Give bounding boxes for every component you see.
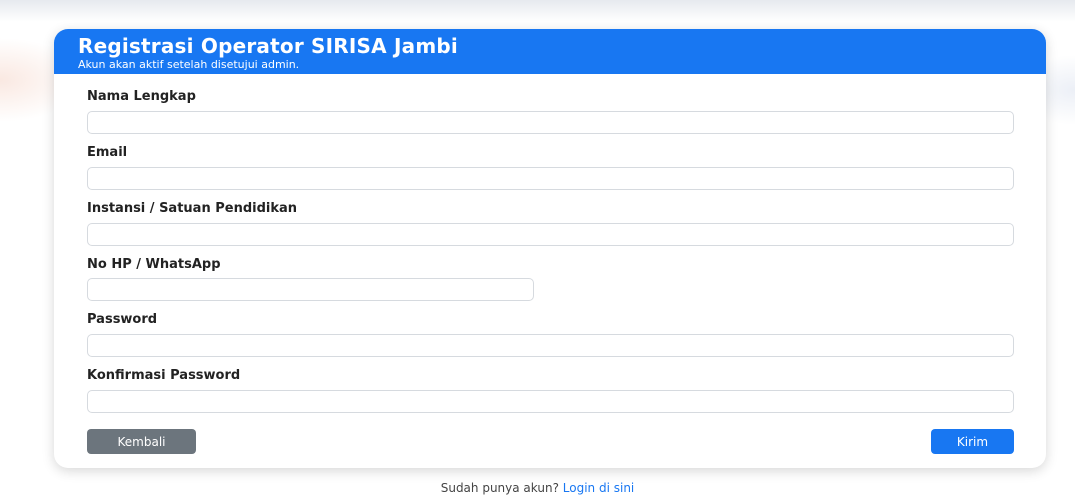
- submit-button[interactable]: Kirim: [931, 429, 1014, 454]
- institution-label: Instansi / Satuan Pendidikan: [87, 201, 298, 216]
- login-prompt-text: Sudah punya akun?: [440, 481, 559, 495]
- email-label: Email: [87, 145, 128, 160]
- confirm-password-input[interactable]: [87, 390, 1014, 413]
- back-button[interactable]: Kembali: [87, 429, 196, 454]
- full-name-input[interactable]: [87, 111, 1014, 134]
- password-label: Password: [87, 312, 158, 327]
- confirm-password-label: Konfirmasi Password: [87, 368, 241, 383]
- page-title: Registrasi Operator SIRISA Jambi: [78, 34, 458, 58]
- institution-input[interactable]: [87, 223, 1014, 246]
- email-input[interactable]: [87, 167, 1014, 190]
- card-header: Registrasi Operator SIRISA Jambi Akun ak…: [54, 29, 1046, 74]
- password-input[interactable]: [87, 334, 1014, 357]
- phone-label: No HP / WhatsApp: [87, 257, 221, 272]
- login-prompt: Sudah punya akun? Login di sini: [0, 480, 1075, 496]
- phone-input[interactable]: [87, 278, 534, 301]
- login-link[interactable]: Login di sini: [563, 481, 634, 495]
- registration-card: Registrasi Operator SIRISA Jambi Akun ak…: [54, 29, 1046, 468]
- page-subtitle: Akun akan aktif setelah disetujui admin.: [78, 58, 300, 71]
- full-name-label: Nama Lengkap: [87, 89, 196, 104]
